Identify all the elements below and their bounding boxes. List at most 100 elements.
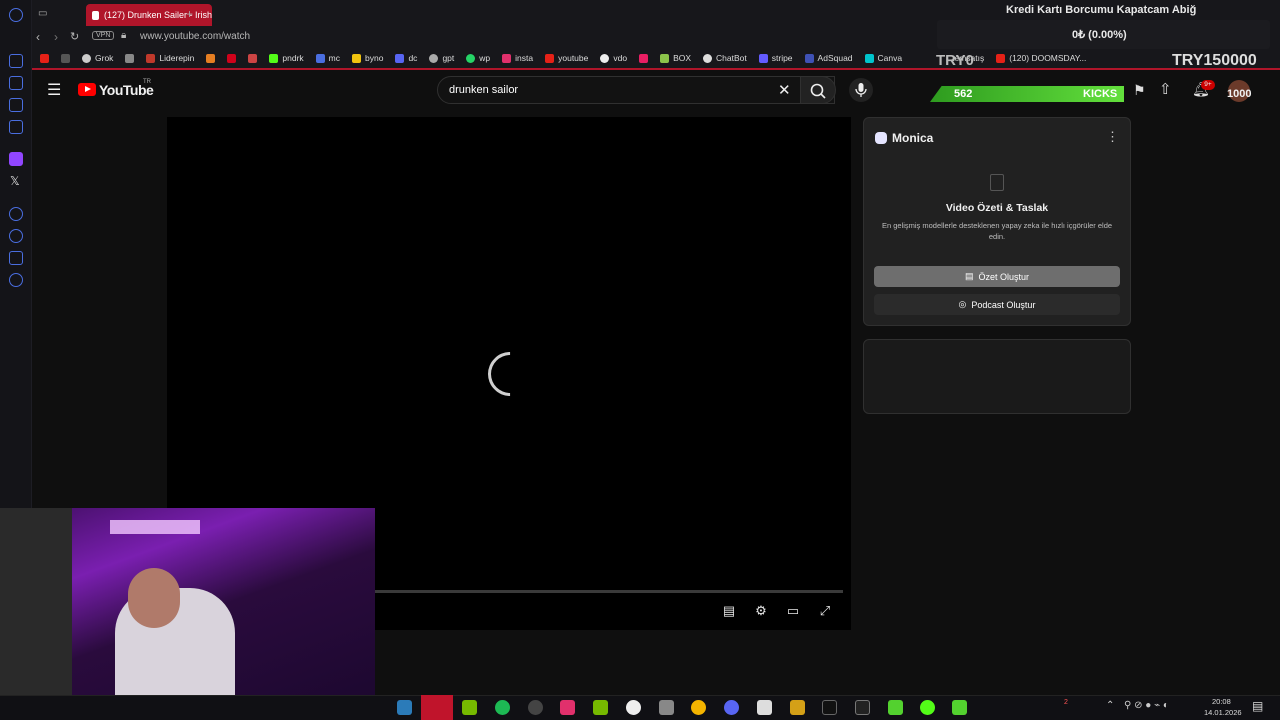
bookmark-youtube-icon[interactable]	[34, 53, 55, 63]
bookmark-red-icon[interactable]	[221, 53, 242, 63]
bookmark-pndrk[interactable]: pndrk	[263, 53, 309, 63]
taskbar-active-app[interactable]	[421, 695, 453, 720]
bookmark-wp[interactable]: wp	[460, 53, 496, 63]
progress-bar[interactable]	[375, 590, 843, 593]
new-tab-button[interactable]: +	[186, 7, 193, 21]
nvidia-icon[interactable]	[462, 700, 477, 715]
url-field[interactable]: www.youtube.com/watch	[140, 31, 250, 42]
bookmark-pink-icon[interactable]	[633, 53, 654, 63]
clear-search-icon[interactable]: ✕	[778, 81, 791, 99]
webcam-overlay	[0, 508, 375, 695]
podcast-button[interactable]: ◎ Podcast Oluştur	[874, 294, 1120, 315]
back-icon[interactable]: ‹	[36, 30, 40, 44]
bookmark-stripe[interactable]: stripe	[753, 53, 799, 63]
webcam-shelf	[0, 508, 72, 695]
messenger-icon[interactable]	[9, 120, 23, 134]
epic-games-icon[interactable]	[855, 700, 870, 715]
clock-date[interactable]: 14.01.2026	[1204, 708, 1242, 717]
bookmark-grid-icon[interactable]	[242, 53, 263, 63]
twitch-icon[interactable]	[9, 152, 23, 166]
youtube-logo-icon[interactable]	[78, 83, 96, 96]
notification-center-icon[interactable]: ▤	[1252, 699, 1263, 713]
refresh-icon[interactable]	[9, 54, 23, 68]
kicks-bar: 562 KICKS	[930, 86, 1124, 102]
bookmark-vdo[interactable]: vdo	[594, 53, 633, 63]
x-icon[interactable]: 𝕏	[10, 174, 20, 188]
bookmark-byno[interactable]: byno	[346, 53, 389, 63]
forward-icon[interactable]: ›	[54, 30, 58, 44]
bookmark-box[interactable]: BOX	[654, 53, 697, 63]
voice-search-button[interactable]	[849, 78, 873, 102]
spotify-icon[interactable]	[495, 700, 510, 715]
bookmark-mc[interactable]: mc	[310, 53, 346, 63]
create-video-icon[interactable]: ⚑	[1133, 82, 1146, 99]
settings-icon[interactable]	[9, 273, 23, 287]
bookmark-adsquad[interactable]: AdSquad	[799, 53, 859, 63]
bookmark-liderepin[interactable]: Liderepin	[140, 53, 200, 63]
chrome-icon[interactable]	[691, 700, 706, 715]
kicks-count: 562	[954, 88, 973, 100]
minecraft-launcher-icon[interactable]	[952, 700, 967, 715]
donation-progress-text: 0₺ (0.00%)	[1072, 29, 1127, 41]
file-icon[interactable]	[659, 700, 674, 715]
monica-heading: Video Özeti & Taslak	[945, 202, 1049, 214]
donation-goal-title: Kredi Kartı Borcumu Kapatcam Abiğ	[1006, 4, 1197, 16]
bookmark-youtube[interactable]: youtube	[539, 53, 594, 63]
history-icon[interactable]	[9, 229, 23, 243]
tray-icons[interactable]: ⚲ ⊘ ● ⌁ ◐	[1124, 700, 1169, 711]
fullscreen-icon[interactable]: ⤢	[817, 603, 833, 619]
tab-active[interactable]: (127) Drunken Sailer - Irish	[86, 4, 212, 26]
audio-app-icon[interactable]	[790, 700, 805, 715]
bookmark-insta[interactable]: insta	[496, 53, 539, 63]
search-button[interactable]	[800, 76, 836, 104]
bookmark-gpt[interactable]: gpt	[423, 53, 460, 63]
player-icon[interactable]	[9, 207, 23, 221]
document-icon	[990, 174, 1004, 191]
theater-mode-icon[interactable]: ▭	[785, 603, 801, 619]
extension-icon[interactable]	[9, 251, 23, 265]
minecraft-icon[interactable]	[888, 700, 903, 715]
tab-menu-icon[interactable]: ▭	[38, 8, 47, 19]
taskbar-app-icon[interactable]	[397, 700, 412, 715]
goal-start-label: TRY0	[936, 52, 974, 69]
bookmark-doomsday[interactable]: (120) DOOMSDAY...	[990, 53, 1092, 63]
reload-icon[interactable]: ↻	[70, 30, 79, 43]
bookmark-a-icon[interactable]	[200, 53, 221, 63]
bookmark-bars-icon[interactable]	[119, 53, 140, 63]
settings-gear-icon[interactable]: ⚙	[753, 603, 769, 619]
clock-time[interactable]: 20:08	[1212, 697, 1231, 706]
bookmark-bolt-icon[interactable]	[55, 53, 76, 63]
podcast-icon: ◎	[958, 299, 967, 309]
browser-logo-icon[interactable]	[9, 8, 23, 22]
monica-logo-icon	[875, 132, 887, 144]
chat-icon[interactable]	[9, 98, 23, 112]
tray-expand-icon[interactable]: ⌃	[1106, 700, 1114, 711]
app-icon[interactable]	[626, 700, 641, 715]
tray-badge: 2	[1064, 699, 1068, 706]
panel-icon[interactable]	[9, 76, 23, 90]
search-input[interactable]: drunken sailor	[437, 76, 835, 104]
instagram-icon[interactable]	[560, 700, 575, 715]
davinci-icon[interactable]	[757, 700, 772, 715]
more-options-icon[interactable]: ⋮	[1106, 129, 1119, 145]
upload-icon[interactable]: ⇧	[1159, 80, 1172, 98]
hamburger-menu-icon[interactable]: ☰	[47, 80, 61, 100]
lock-icon[interactable]: 🔒︎	[121, 30, 126, 41]
streamer-head	[128, 568, 180, 628]
kick-icon[interactable]	[920, 700, 935, 715]
discord-icon[interactable]	[724, 700, 739, 715]
bookmark-dc[interactable]: dc	[389, 53, 423, 63]
summary-button[interactable]: ▤ Özet Oluştur	[874, 266, 1120, 287]
captions-icon[interactable]: ▤	[721, 603, 737, 619]
bookmark-canva[interactable]: Canva	[859, 53, 909, 63]
bookmark-chatbot[interactable]: ChatBot	[697, 53, 753, 63]
youtube-favicon-icon	[92, 10, 99, 20]
geforce-icon[interactable]	[593, 700, 608, 715]
goal-end-label: TRY150000	[1172, 52, 1257, 69]
tiktok-icon[interactable]	[822, 700, 837, 715]
monica-secondary-panel	[863, 339, 1131, 414]
bookmark-grok[interactable]: Grok	[76, 53, 119, 63]
steam-icon[interactable]	[528, 700, 543, 715]
vpn-badge[interactable]: VPN	[92, 31, 115, 40]
bookmarks-bar: Grok Liderepin pndrk mc byno dc gpt wp i…	[32, 48, 1280, 70]
